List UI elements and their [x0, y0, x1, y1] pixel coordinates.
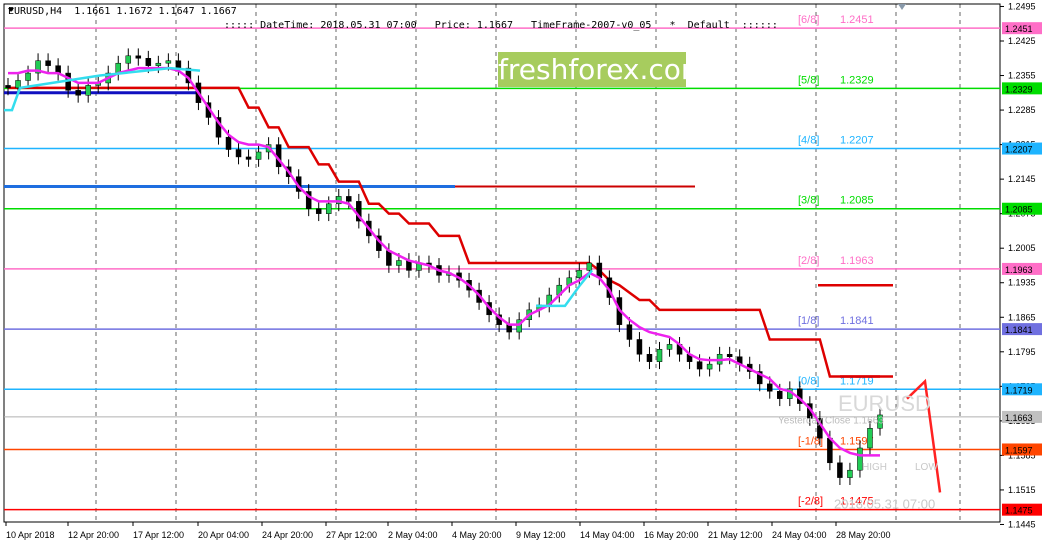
price-tag-label: 1.2329	[1005, 84, 1033, 94]
x-tick-label: 2 May 04:00	[388, 530, 438, 540]
price-tag-label: 1.1597	[1005, 445, 1033, 455]
candle-body	[135, 55, 142, 59]
price-tag-label: 1.1475	[1005, 506, 1033, 516]
candle-body	[576, 270, 583, 279]
candle-body	[225, 136, 232, 150]
murrey-level-label: [6/8]	[798, 14, 819, 26]
x-tick-label: 16 May 20:00	[644, 530, 699, 540]
murrey-level-value: 1.2207	[840, 135, 874, 147]
murrey-level-value: 1.1841	[840, 315, 874, 327]
price-tag-label: 1.1841	[1005, 325, 1033, 335]
x-tick-label: 24 Apr 20:00	[262, 530, 313, 540]
candle-body	[636, 339, 643, 355]
x-tick-label: 10 Apr 2018	[6, 530, 55, 540]
x-tick-label: 27 Apr 12:00	[326, 530, 377, 540]
murrey-level-label: [2/8]	[798, 255, 819, 267]
x-tick-label: 14 May 04:00	[580, 530, 635, 540]
y-tick-label: 1.1515	[1008, 485, 1036, 495]
price-tag-label: 1.2451	[1005, 24, 1033, 34]
candle-body	[346, 196, 352, 202]
y-tick-label: 1.1795	[1008, 347, 1036, 357]
murrey-level-value: 1.2085	[840, 195, 874, 207]
y-tick-label: 1.2145	[1008, 174, 1036, 184]
murrey-level-label: [-2/8]	[798, 496, 823, 508]
candle-body	[175, 60, 182, 69]
y-tick-label: 1.2285	[1008, 105, 1036, 115]
price-tag-label: 1.2085	[1005, 205, 1033, 215]
candle-body	[586, 262, 593, 271]
candle-body	[646, 354, 653, 362]
candle-body	[165, 60, 172, 64]
overlay-low: LOW	[915, 462, 938, 473]
murrey-level-label: [3/8]	[798, 195, 819, 207]
murrey-level-label: [5/8]	[798, 74, 819, 86]
candle-body	[155, 62, 162, 66]
candle-body	[726, 354, 733, 357]
overlay-high: HIGH	[862, 462, 887, 473]
candle-body	[847, 469, 853, 478]
candle-body	[626, 324, 633, 340]
symbol-info: EURUSD,H4 1.1661 1.1672 1.1647 1.1667	[8, 6, 237, 17]
candle-body	[75, 90, 81, 96]
x-tick-label: 4 May 20:00	[452, 530, 502, 540]
price-tag-label: 1.1719	[1005, 385, 1033, 395]
y-tick-label: 1.1445	[1008, 519, 1036, 529]
overlay-symbol: EURUSD	[838, 391, 931, 416]
y-tick-label: 1.2425	[1008, 36, 1036, 46]
candle-body	[85, 85, 91, 96]
candle-body	[827, 437, 833, 464]
y-tick-label: 1.2005	[1008, 243, 1036, 253]
price-tag-label: 1.1963	[1005, 265, 1033, 275]
candle-body	[5, 85, 11, 89]
murrey-level-value: 1.2451	[840, 14, 874, 26]
candle-body	[25, 72, 31, 81]
murrey-level-label: [4/8]	[798, 135, 819, 147]
y-tick-label: 1.2355	[1008, 71, 1036, 81]
candle-body	[396, 260, 402, 266]
candle-body	[777, 391, 783, 399]
current-price-tag: 1.1663	[1005, 413, 1033, 423]
candle-body	[235, 149, 242, 158]
indicator-info: ::::: DateTime: 2018.05.31 07:00 Price: …	[224, 20, 778, 31]
candle-body	[325, 203, 332, 214]
candle-body	[125, 55, 132, 64]
x-tick-label: 20 Apr 04:00	[198, 530, 249, 540]
murrey-level-label: [0/8]	[798, 375, 819, 387]
candle-body	[837, 462, 843, 478]
candle-body	[255, 151, 262, 160]
murrey-level-value: 1.2329	[840, 74, 874, 86]
candle-body	[867, 428, 873, 449]
murrey-level-label: [1/8]	[798, 315, 819, 327]
x-tick-label: 9 May 12:00	[516, 530, 566, 540]
y-tick-label: 1.1935	[1008, 278, 1036, 288]
candle-body	[706, 363, 713, 370]
y-tick-label: 1.2495	[1008, 1, 1036, 11]
watermark-logo: freshforex.com	[498, 52, 709, 87]
x-tick-label: 17 Apr 12:00	[133, 530, 184, 540]
candle-body	[245, 156, 252, 160]
overlay-yesterday-close: Yesterday Close 1.1663	[778, 415, 884, 426]
candle-body	[696, 361, 703, 370]
murrey-level-value: 1.1963	[840, 255, 874, 267]
candle-body	[666, 344, 673, 350]
x-tick-label: 28 May 20:00	[836, 530, 891, 540]
x-tick-label: 12 Apr 20:00	[68, 530, 119, 540]
x-tick-label: 24 May 04:00	[772, 530, 827, 540]
overlay-datetime: 2018.05.31 07:00	[834, 497, 935, 512]
candle-body	[656, 349, 663, 362]
price-tag-label: 1.2207	[1005, 145, 1033, 155]
x-tick-label: 21 May 12:00	[708, 530, 763, 540]
candle-body	[766, 383, 773, 392]
candle-body	[45, 60, 51, 66]
candle-body	[145, 58, 152, 66]
candle-body	[315, 208, 322, 214]
y-tick-label: 1.1865	[1008, 312, 1036, 322]
